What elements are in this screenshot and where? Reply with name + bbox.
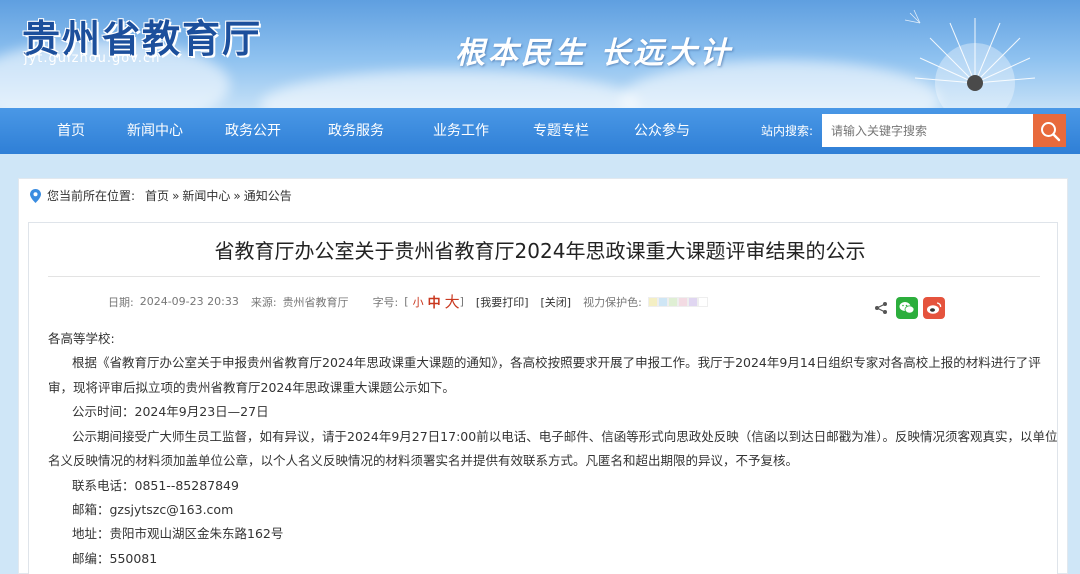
site-banner: 贵州省教育厅 jyt.guizhou.gov.cn 根本民生 长远大计 (0, 0, 1080, 108)
site-domain: jyt.guizhou.gov.cn (24, 51, 161, 66)
date-label: 日期: (108, 295, 134, 309)
nav-item-home[interactable]: 首页 (57, 108, 85, 154)
contact-address: 地址：贵阳市观山湖区金朱东路162号 (72, 526, 284, 541)
font-small-button[interactable]: 小 (413, 294, 424, 310)
swatch-pink[interactable] (677, 296, 688, 307)
wechat-icon (899, 302, 915, 314)
banner-cloud (260, 70, 640, 108)
print-button[interactable]: [我要打印] (476, 294, 529, 310)
breadcrumb-prefix: 您当前所在位置: (47, 189, 136, 203)
font-size-label: 字号: (372, 295, 399, 309)
salutation: 各高等学校: (48, 331, 115, 346)
swatch-white[interactable] (697, 296, 708, 307)
title-divider (48, 276, 1040, 277)
eye-care-swatches (647, 296, 708, 307)
search-label: 站内搜索: (761, 124, 814, 138)
breadcrumb-notices[interactable]: 通知公告 (244, 187, 292, 204)
weibo-icon (927, 302, 942, 314)
nav-item-business[interactable]: 业务工作 (433, 108, 489, 154)
nav-item-participation[interactable]: 公众参与 (634, 108, 690, 154)
eye-care-label: 视力保护色: (583, 295, 642, 309)
search-button[interactable] (1033, 114, 1066, 147)
breadcrumb-news[interactable]: 新闻中心 (182, 187, 230, 204)
contact-phone: 联系电话：0851--85287849 (72, 478, 239, 493)
breadcrumb-separator: » (233, 188, 241, 203)
banner-slogan: 根本民生 长远大计 (455, 36, 733, 71)
paragraph-1-line-2: 审，现将评审后拟立项的贵州省教育厅2024年思政课重大课题公示如下。 (48, 380, 455, 395)
swatch-green[interactable] (667, 296, 678, 307)
article-container (28, 222, 1058, 574)
article-title: 省教育厅办公室关于贵州省教育厅2024年思政课重大课题评审结果的公示 (214, 239, 866, 263)
bracket-open: [ (404, 295, 409, 308)
publish-date: 2024-09-23 20:33 (139, 295, 239, 308)
bracket-close: ] (459, 295, 464, 308)
search-icon (1040, 121, 1060, 141)
share-bar (874, 297, 945, 319)
close-button[interactable]: [关闭] (541, 294, 572, 310)
source-label: 来源: (250, 295, 277, 309)
swatch-purple[interactable] (687, 296, 698, 307)
nav-item-news[interactable]: 新闻中心 (127, 108, 183, 154)
nav-item-gov-affairs[interactable]: 政务公开 (225, 108, 281, 154)
location-pin-icon (30, 188, 41, 203)
share-icon[interactable] (874, 301, 888, 315)
font-medium-button[interactable]: 中 (428, 292, 441, 311)
nav-item-gov-services[interactable]: 政务服务 (328, 108, 384, 154)
breadcrumb: 您当前所在位置: 首页 » 新闻中心 » 通知公告 (30, 187, 292, 204)
weibo-share-button[interactable] (923, 297, 945, 319)
swatch-blue[interactable] (657, 296, 668, 307)
dandelion-decoration-icon (904, 9, 1036, 108)
contact-zip: 邮编：550081 (72, 551, 158, 566)
search-input[interactable] (822, 114, 1034, 147)
article-meta: 日期: 2024-09-23 20:33 来源: 贵州省教育厅 字号: [ 小 … (108, 291, 708, 312)
nav-item-topics[interactable]: 专题专栏 (533, 108, 589, 154)
paragraph-3-line-2: 名义反映情况的材料须加盖单位公章，以个人名义反映情况的材料须署实名并提供有效联系… (48, 453, 799, 468)
swatch-yellow[interactable] (647, 296, 658, 307)
wechat-share-button[interactable] (896, 297, 918, 319)
paragraph-1-line-1: 根据《省教育厅办公室关于申报贵州省教育厅2024年思政课重大课题的通知》，各高校… (72, 355, 1041, 370)
breadcrumb-separator: » (172, 188, 180, 203)
breadcrumb-home[interactable]: 首页 (145, 187, 169, 204)
font-large-button[interactable]: 大 (445, 291, 460, 312)
paragraph-3-line-1: 公示期间接受广大师生员工监督，如有异议，请于2024年9月27日17:00前以电… (72, 429, 1058, 444)
publicity-period: 公示时间：2024年9月23日—27日 (72, 404, 269, 419)
contact-email: 邮箱：gzsjytszc@163.com (72, 502, 234, 517)
article-source: 贵州省教育厅 (282, 295, 349, 309)
